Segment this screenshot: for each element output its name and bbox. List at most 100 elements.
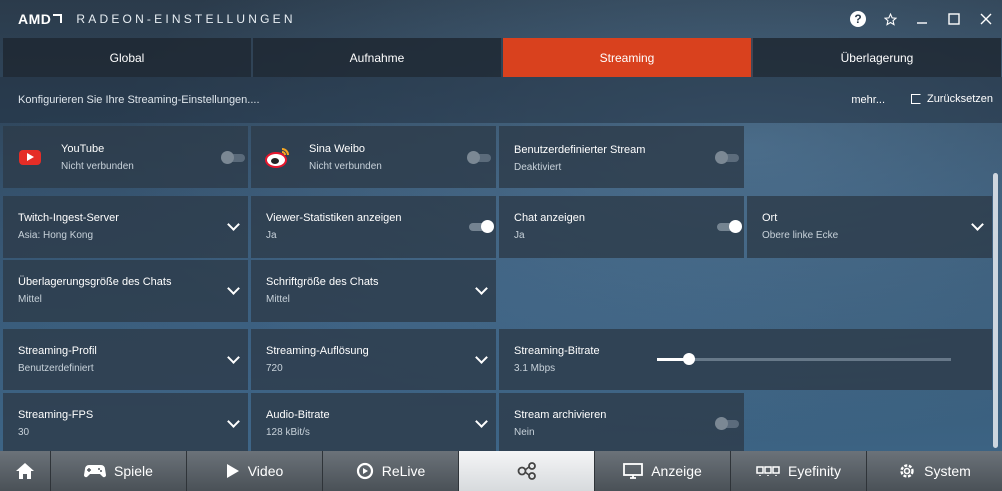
custom-stream-toggle[interactable] [715, 151, 739, 164]
custom-stream-status: Deaktiviert [514, 162, 562, 173]
custom-stream-label: Benutzerdefinierter Stream [514, 144, 646, 156]
play-icon [226, 464, 239, 478]
position-dropdown[interactable]: Ort Obere linke Ecke [747, 196, 992, 258]
home-icon [16, 463, 34, 479]
youtube-status: Nicht verbunden [61, 161, 134, 172]
chat-overlay-size-value: Mittel [18, 294, 42, 305]
show-chat-tile[interactable]: Chat anzeigen Ja [499, 196, 744, 258]
audio-bitrate-dropdown[interactable]: Audio-Bitrate 128 kBit/s [251, 393, 496, 451]
show-chat-value: Ja [514, 230, 525, 241]
tab-global[interactable]: Global [3, 38, 253, 77]
weibo-label: Sina Weibo [309, 143, 366, 155]
relive-icon [356, 462, 373, 480]
tab-bar: Global Aufnahme Streaming Überlagerung [3, 38, 1001, 77]
nav-relive-label: ReLive [381, 463, 426, 479]
bitrate-slider[interactable] [657, 353, 951, 365]
chevron-down-icon [971, 218, 984, 231]
page-description: Konfigurieren Sie Ihre Streaming-Einstel… [18, 94, 260, 106]
audio-bitrate-value: 128 kBit/s [266, 427, 310, 438]
viewer-stats-tile[interactable]: Viewer-Statistiken anzeigen Ja [251, 196, 496, 258]
chevron-down-icon [227, 351, 240, 364]
nav-anzeige-label: Anzeige [651, 463, 702, 479]
reset-label: Zurücksetzen [926, 93, 993, 105]
archive-stream-value: Nein [514, 427, 535, 438]
chevron-down-icon [475, 415, 488, 428]
title-bar: AMD RADEON-EINSTELLUNGEN ? [0, 0, 1002, 38]
twitch-server-value: Asia: Hong Kong [18, 230, 94, 241]
tab-ueberlagerung[interactable]: Überlagerung [753, 38, 1001, 77]
streaming-resolution-value: 720 [266, 363, 283, 374]
streaming-resolution-dropdown[interactable]: Streaming-Auflösung 720 [251, 329, 496, 390]
weibo-tile[interactable]: Sina Weibo Nicht verbunden [251, 126, 496, 188]
nav-video[interactable]: Video [187, 451, 323, 491]
eyefinity-icon [756, 466, 780, 476]
streaming-bitrate-value: 3.1 Mbps [514, 363, 556, 374]
reset-icon [910, 94, 921, 104]
gear-icon [900, 464, 914, 478]
nav-relive[interactable]: ReLive [323, 451, 459, 491]
streaming-resolution-label: Streaming-Auflösung [266, 345, 369, 357]
show-chat-label: Chat anzeigen [514, 212, 585, 224]
position-value: Obere linke Ecke [762, 230, 839, 241]
monitor-icon [623, 463, 644, 479]
streaming-profile-value: Benutzerdefiniert [18, 363, 94, 374]
youtube-toggle[interactable] [221, 151, 245, 164]
streaming-profile-dropdown[interactable]: Streaming-Profil Benutzerdefiniert [3, 329, 248, 390]
chevron-down-icon [227, 218, 240, 231]
weibo-status: Nicht verbunden [309, 161, 382, 172]
help-icon[interactable]: ? [842, 0, 874, 38]
tab-aufnahme[interactable]: Aufnahme [253, 38, 503, 77]
maximize-icon[interactable] [938, 0, 970, 38]
tab-streaming[interactable]: Streaming [503, 38, 753, 77]
minimize-icon[interactable] [906, 0, 938, 38]
nav-video-label: Video [247, 463, 284, 479]
nav-system-label: System [924, 463, 971, 479]
scrollbar[interactable] [993, 173, 998, 448]
chevron-down-icon [227, 415, 240, 428]
nav-system[interactable]: System [867, 451, 1002, 491]
youtube-icon [19, 150, 41, 165]
description-bar: Konfigurieren Sie Ihre Streaming-Einstel… [0, 77, 1002, 123]
gamepad-icon [84, 465, 107, 478]
custom-stream-tile[interactable]: Benutzerdefinierter Stream Deaktiviert [499, 126, 744, 188]
streaming-bitrate-label: Streaming-Bitrate [514, 345, 600, 357]
share-icon [517, 462, 536, 480]
streaming-profile-label: Streaming-Profil [18, 345, 97, 357]
streaming-fps-dropdown[interactable]: Streaming-FPS 30 [3, 393, 248, 451]
show-chat-toggle[interactable] [717, 220, 742, 233]
viewer-stats-value: Ja [266, 230, 277, 241]
viewer-stats-toggle[interactable] [469, 220, 494, 233]
more-link[interactable]: mehr... [851, 94, 885, 106]
viewer-stats-label: Viewer-Statistiken anzeigen [266, 212, 402, 224]
chat-font-size-label: Schriftgröße des Chats [266, 276, 379, 288]
nav-eyefinity-label: Eyefinity [788, 463, 841, 479]
chat-font-size-dropdown[interactable]: Schriftgröße des Chats Mittel [251, 260, 496, 322]
chevron-down-icon [227, 282, 240, 295]
bottom-nav: Spiele Video ReLive Anzeige Eyefinity Sy… [0, 451, 1002, 491]
archive-stream-tile[interactable]: Stream archivieren Nein [499, 393, 744, 451]
reset-button[interactable]: Zurücksetzen [910, 93, 993, 105]
archive-stream-label: Stream archivieren [514, 409, 607, 421]
youtube-tile[interactable]: YouTube Nicht verbunden [3, 126, 248, 188]
chevron-down-icon [475, 351, 488, 364]
nav-home[interactable] [0, 451, 51, 491]
app-title: RADEON-EINSTELLUNGEN [76, 12, 296, 26]
weibo-icon [265, 148, 289, 168]
archive-stream-toggle[interactable] [715, 417, 739, 430]
amd-logo: AMD [18, 11, 63, 27]
nav-spiele[interactable]: Spiele [51, 451, 187, 491]
nav-streaming[interactable] [459, 451, 595, 491]
chat-overlay-size-dropdown[interactable]: Überlagerungsgröße des Chats Mittel [3, 260, 248, 322]
nav-anzeige[interactable]: Anzeige [595, 451, 731, 491]
window-controls: ? [842, 0, 1002, 38]
nav-eyefinity[interactable]: Eyefinity [731, 451, 867, 491]
weibo-toggle[interactable] [467, 151, 491, 164]
twitch-server-dropdown[interactable]: Twitch-Ingest-Server Asia: Hong Kong [3, 196, 248, 258]
streaming-fps-value: 30 [18, 427, 30, 438]
audio-bitrate-label: Audio-Bitrate [266, 409, 330, 421]
star-icon[interactable] [874, 0, 906, 38]
close-icon[interactable] [970, 0, 1002, 38]
chevron-down-icon [475, 282, 488, 295]
chat-font-size-value: Mittel [266, 294, 290, 305]
position-label: Ort [762, 212, 778, 224]
